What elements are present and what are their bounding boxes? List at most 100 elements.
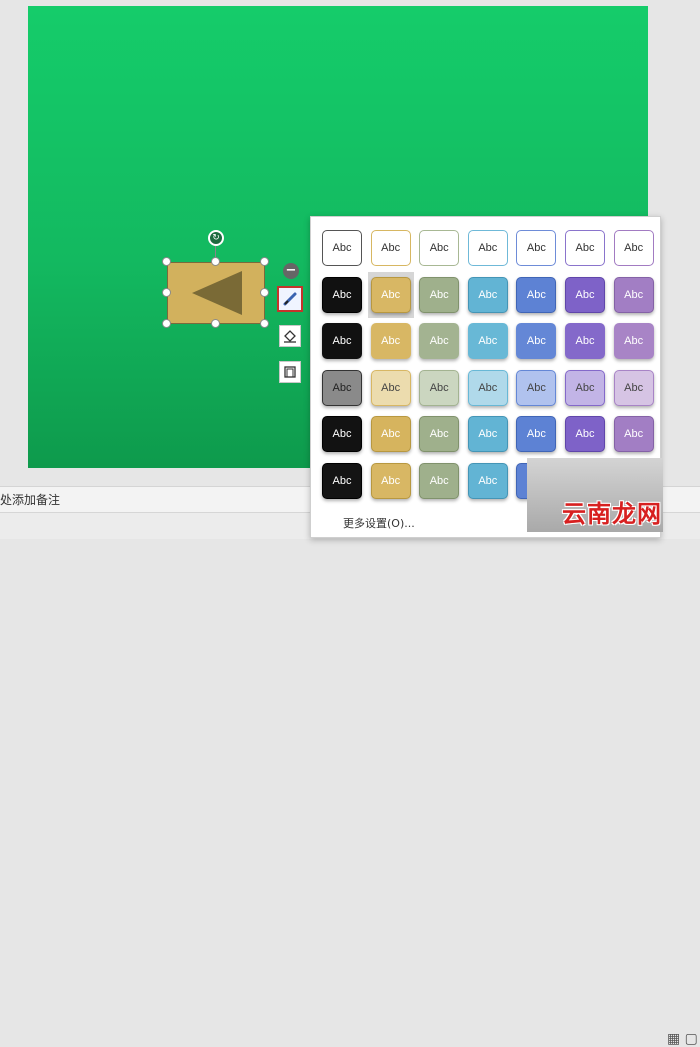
style-tile-label: Abc [613,276,654,313]
style-tile[interactable]: Abc [319,411,365,457]
collapse-icon[interactable]: − [283,263,299,279]
style-tile[interactable]: Abc [562,318,608,364]
style-tile-label: Abc [370,369,411,406]
style-tile-label: Abc [565,416,605,453]
style-tile[interactable]: Abc [465,318,511,364]
style-tile[interactable]: Abc [562,411,608,457]
style-tile[interactable]: Abc [562,225,608,271]
style-tile-label: Abc [613,369,654,406]
style-tile[interactable]: Abc [465,411,511,457]
style-tile-label: Abc [370,416,411,453]
shape-fill-button[interactable] [279,325,301,347]
style-tile[interactable]: Abc [368,458,414,504]
style-tile[interactable]: Abc [367,271,414,318]
style-tile-label: Abc [516,276,557,313]
shape-outline-button[interactable] [279,361,301,383]
resize-handle-b[interactable] [211,319,220,328]
style-tile[interactable]: Abc [368,225,414,271]
resize-handle-r[interactable] [260,288,269,297]
style-tile[interactable]: Abc [319,365,365,411]
style-tile[interactable]: Abc [368,318,414,364]
style-tile-label: Abc [467,463,508,499]
style-tile-label: Abc [370,323,411,360]
style-tile[interactable]: Abc [611,272,657,318]
notes-placeholder: 处添加备注 [0,493,61,507]
style-tile[interactable]: Abc [319,225,365,271]
style-tile[interactable]: Abc [562,272,608,318]
style-tile[interactable]: Abc [611,318,657,364]
style-tile-label: Abc [322,463,362,499]
style-tile[interactable]: Abc [416,458,462,504]
style-tile[interactable]: Abc [611,411,657,457]
style-tile-label: Abc [516,416,557,453]
style-tile-label: Abc [467,416,508,453]
style-tile-label: Abc [565,230,605,266]
style-tile[interactable]: Abc [513,318,559,364]
watermark-logo: 云南龙网 [562,500,662,528]
style-tile[interactable]: Abc [611,365,657,411]
style-tile[interactable]: Abc [319,318,365,364]
outline-icon [284,366,296,378]
style-tile[interactable]: Abc [611,225,657,271]
resize-handle-t[interactable] [211,257,220,266]
style-tile[interactable]: Abc [513,225,559,271]
more-settings-link[interactable]: 更多设置(O)... [343,515,415,531]
style-tile[interactable]: Abc [513,272,559,318]
style-tile-label: Abc [516,323,557,360]
style-tile[interactable]: Abc [319,272,365,318]
style-tile-label: Abc [322,369,362,406]
style-tile-label: Abc [467,230,508,266]
style-tile[interactable]: Abc [416,411,462,457]
style-tile[interactable]: Abc [465,365,511,411]
style-tile[interactable]: Abc [416,225,462,271]
style-tile[interactable]: Abc [465,225,511,271]
style-tile-label: Abc [419,416,460,453]
style-tile-label: Abc [370,463,411,499]
style-tile-label: Abc [613,323,654,360]
style-tile[interactable]: Abc [465,272,511,318]
style-tile-label: Abc [322,230,362,266]
style-tile[interactable]: Abc [319,458,365,504]
style-tile-label: Abc [565,323,605,360]
style-tile[interactable]: Abc [562,365,608,411]
style-tile-label: Abc [467,276,508,313]
style-tile-label: Abc [467,369,508,406]
style-tile[interactable]: Abc [416,272,462,318]
style-tile-label: Abc [419,230,460,266]
resize-handle-br[interactable] [260,319,269,328]
style-tile[interactable]: Abc [513,365,559,411]
style-tile-label: Abc [516,230,557,266]
style-tile-label: Abc [419,369,460,406]
style-tile-label: Abc [370,276,411,313]
paint-bucket-icon [284,330,296,343]
style-tile[interactable]: Abc [465,458,511,504]
shape-style-button[interactable] [277,286,303,312]
resize-handle-tr[interactable] [260,257,269,266]
style-tile-label: Abc [565,369,605,406]
style-tile-label: Abc [467,323,508,360]
style-tile-label: Abc [370,230,411,266]
resize-handle-bl[interactable] [162,319,171,328]
style-tile-label: Abc [613,230,654,266]
style-tile-label: Abc [565,276,605,313]
style-tile-label: Abc [516,369,557,406]
triangle-shape [192,271,242,315]
style-tile[interactable]: Abc [513,411,559,457]
brush-icon [283,292,297,306]
style-tile[interactable]: Abc [416,365,462,411]
style-tile[interactable]: Abc [416,318,462,364]
resize-handle-tl[interactable] [162,257,171,266]
style-tile[interactable]: Abc [368,411,414,457]
view-grid-icon[interactable]: ▦ ▢ [667,1031,698,1047]
style-tile-label: Abc [419,463,460,499]
style-tile-label: Abc [613,416,654,453]
style-tile-label: Abc [322,416,362,453]
style-tile-label: Abc [419,323,460,360]
style-tile-label: Abc [322,323,362,360]
resize-handle-l[interactable] [162,288,171,297]
style-tile-label: Abc [322,276,362,313]
rotate-handle-icon[interactable]: ↻ [208,230,224,246]
style-tile[interactable]: Abc [368,365,414,411]
selected-shape[interactable] [167,262,265,324]
style-tile-label: Abc [419,276,460,313]
